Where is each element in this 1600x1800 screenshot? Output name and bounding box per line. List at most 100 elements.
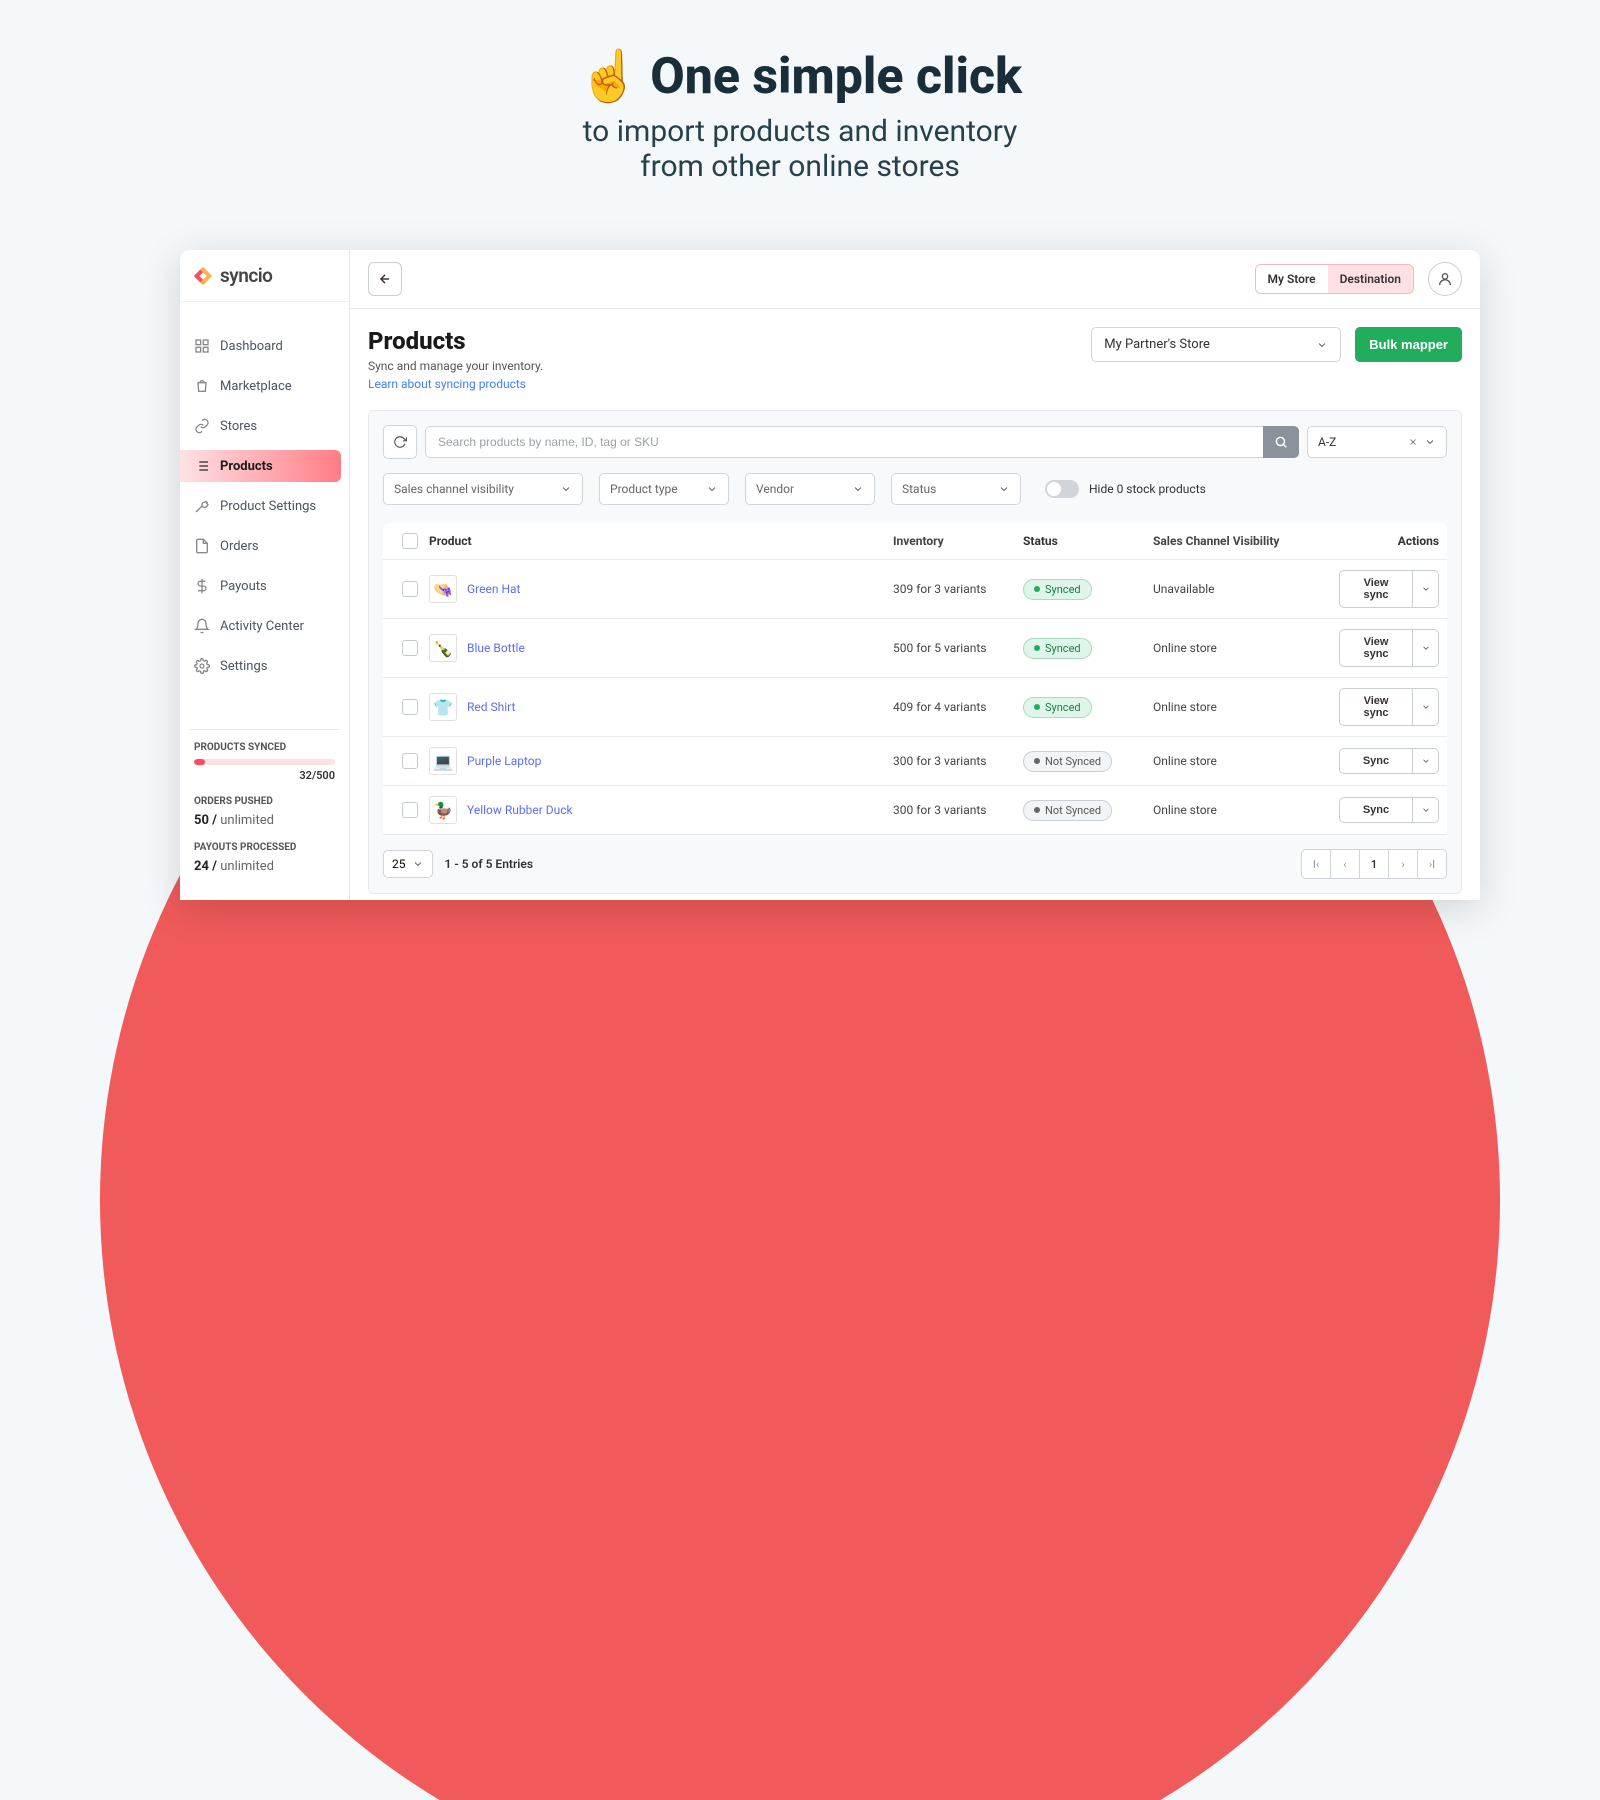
visibility-cell: Online store bbox=[1153, 641, 1333, 655]
sidebar-item-activity[interactable]: Activity Center bbox=[180, 610, 349, 642]
product-thumb: 💻 bbox=[429, 747, 457, 775]
filter-product-type[interactable]: Product type bbox=[599, 473, 729, 505]
sidebar-stats: PRODUCTS SYNCED 32/500 ORDERS PUSHED 50 … bbox=[190, 729, 339, 900]
row-checkbox[interactable] bbox=[402, 753, 418, 769]
search-button[interactable] bbox=[1263, 426, 1299, 458]
pagination-info: 1 - 5 of 5 Entries bbox=[445, 857, 534, 871]
sidebar-item-settings[interactable]: Settings bbox=[180, 650, 349, 682]
filter-status[interactable]: Status bbox=[891, 473, 1021, 505]
inventory-cell: 300 for 3 variants bbox=[893, 803, 1023, 817]
sidebar: syncio Dashboard Marketplace Stores Prod… bbox=[180, 250, 350, 900]
dollar-icon bbox=[194, 578, 210, 594]
sidebar-label: Orders bbox=[220, 539, 259, 554]
status-badge: Synced bbox=[1023, 697, 1092, 718]
row-action-button[interactable]: Sync bbox=[1339, 748, 1413, 774]
th-status: Status bbox=[1023, 534, 1153, 548]
sidebar-item-dashboard[interactable]: Dashboard bbox=[180, 330, 349, 362]
link-icon bbox=[194, 418, 210, 434]
sidebar-item-orders[interactable]: Orders bbox=[180, 530, 349, 562]
sidebar-item-stores[interactable]: Stores bbox=[180, 410, 349, 442]
row-action-menu[interactable] bbox=[1413, 570, 1439, 608]
product-thumb: 🦆 bbox=[429, 796, 457, 824]
headline-emoji: ☝️ bbox=[578, 48, 640, 106]
sidebar-label: Stores bbox=[220, 419, 257, 434]
sidebar-item-product-settings[interactable]: Product Settings bbox=[180, 490, 349, 522]
row-action-menu[interactable] bbox=[1413, 629, 1439, 667]
status-badge: Not Synced bbox=[1023, 800, 1112, 821]
sidebar-item-marketplace[interactable]: Marketplace bbox=[180, 370, 349, 402]
row-action-menu[interactable] bbox=[1413, 797, 1439, 823]
user-avatar-button[interactable] bbox=[1428, 262, 1462, 296]
wrench-icon bbox=[194, 498, 210, 514]
select-all-checkbox[interactable] bbox=[402, 533, 418, 549]
toggle-destination[interactable]: Destination bbox=[1328, 265, 1413, 293]
pager-current[interactable]: 1 bbox=[1359, 849, 1389, 879]
row-action-button[interactable]: View sync bbox=[1339, 688, 1413, 726]
row-checkbox[interactable] bbox=[402, 581, 418, 597]
page-subtitle: Sync and manage your inventory. bbox=[368, 359, 543, 373]
table-row: 👒 Green Hat 309 for 3 variants Synced Un… bbox=[383, 560, 1447, 619]
sidebar-item-products[interactable]: Products bbox=[180, 450, 341, 482]
status-badge: Synced bbox=[1023, 638, 1092, 659]
search-input[interactable] bbox=[425, 426, 1263, 458]
stats-payouts-limit: unlimited bbox=[220, 859, 274, 874]
product-thumb: 🍾 bbox=[429, 634, 457, 662]
product-link[interactable]: Yellow Rubber Duck bbox=[467, 803, 573, 817]
help-link[interactable]: Learn about syncing products bbox=[368, 377, 526, 391]
row-action-menu[interactable] bbox=[1413, 748, 1439, 774]
products-table: Product Inventory Status Sales Channel V… bbox=[383, 523, 1447, 835]
sidebar-label: Marketplace bbox=[220, 379, 292, 394]
pager-last[interactable]: ›I bbox=[1417, 849, 1447, 879]
row-action-menu[interactable] bbox=[1413, 688, 1439, 726]
stats-orders-value: 50 / bbox=[194, 813, 217, 828]
table-row: 💻 Purple Laptop 300 for 3 variants Not S… bbox=[383, 737, 1447, 786]
close-icon bbox=[1408, 437, 1418, 447]
hide-zero-toggle[interactable] bbox=[1045, 480, 1079, 498]
refresh-button[interactable] bbox=[383, 425, 417, 459]
inventory-cell: 409 for 4 variants bbox=[893, 700, 1023, 714]
row-checkbox[interactable] bbox=[402, 699, 418, 715]
filter-sales-channel[interactable]: Sales channel visibility bbox=[383, 473, 583, 505]
pager-first[interactable]: I‹ bbox=[1301, 849, 1331, 879]
sidebar-label: Dashboard bbox=[220, 339, 283, 354]
product-link[interactable]: Green Hat bbox=[467, 582, 520, 596]
filter-vendor[interactable]: Vendor bbox=[745, 473, 875, 505]
status-badge: Synced bbox=[1023, 579, 1092, 600]
bag-icon bbox=[194, 378, 210, 394]
row-checkbox[interactable] bbox=[402, 640, 418, 656]
pager-prev[interactable]: ‹ bbox=[1330, 849, 1360, 879]
page-size-select[interactable]: 25 bbox=[383, 850, 433, 878]
row-action-button[interactable]: View sync bbox=[1339, 629, 1413, 667]
sidebar-label: Products bbox=[220, 459, 273, 474]
sidebar-label: Activity Center bbox=[220, 619, 304, 634]
partner-store-select[interactable]: My Partner's Store bbox=[1091, 327, 1341, 362]
toggle-my-store[interactable]: My Store bbox=[1256, 265, 1328, 293]
grid-icon bbox=[194, 338, 210, 354]
synced-progress bbox=[194, 759, 335, 765]
chevron-down-icon bbox=[1424, 436, 1436, 448]
bulk-mapper-button[interactable]: Bulk mapper bbox=[1355, 327, 1462, 362]
sidebar-label: Settings bbox=[220, 659, 267, 674]
row-action-button[interactable]: View sync bbox=[1339, 570, 1413, 608]
row-checkbox[interactable] bbox=[402, 802, 418, 818]
gear-icon bbox=[194, 658, 210, 674]
list-icon bbox=[194, 458, 210, 474]
brand-name: syncio bbox=[220, 264, 272, 287]
product-link[interactable]: Blue Bottle bbox=[467, 641, 525, 655]
chevron-down-icon bbox=[412, 858, 424, 870]
pager-next[interactable]: › bbox=[1388, 849, 1418, 879]
stats-payouts-value: 24 / bbox=[194, 859, 217, 874]
sidebar-nav: Dashboard Marketplace Stores Products Pr… bbox=[180, 302, 349, 729]
product-link[interactable]: Red Shirt bbox=[467, 700, 515, 714]
inventory-cell: 309 for 3 variants bbox=[893, 582, 1023, 596]
back-button[interactable] bbox=[368, 262, 402, 296]
row-action-button[interactable]: Sync bbox=[1339, 797, 1413, 823]
sidebar-label: Product Settings bbox=[220, 499, 316, 514]
sidebar-item-payouts[interactable]: Payouts bbox=[180, 570, 349, 602]
headline-title: One simple click bbox=[650, 48, 1022, 106]
chevron-down-icon bbox=[560, 483, 572, 495]
product-link[interactable]: Purple Laptop bbox=[467, 754, 541, 768]
bell-icon bbox=[194, 618, 210, 634]
sort-select[interactable]: A-Z bbox=[1307, 426, 1447, 458]
store-toggle: My Store Destination bbox=[1255, 264, 1415, 294]
